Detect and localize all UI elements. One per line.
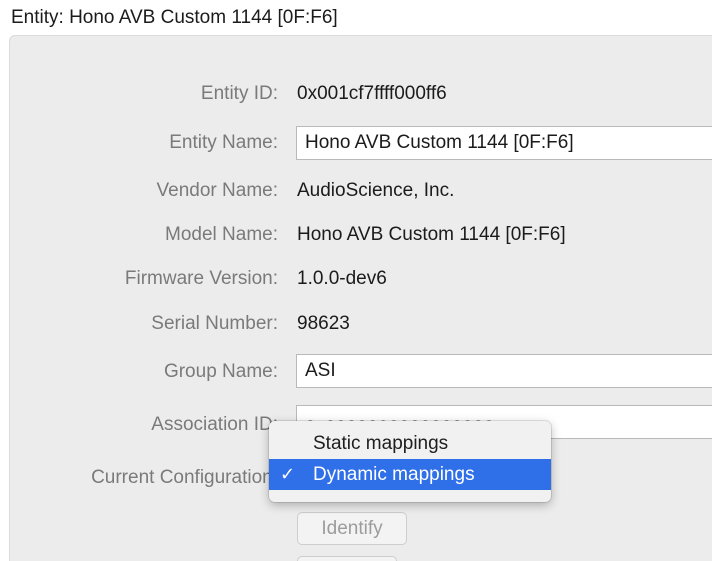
model-name-value: Hono AVB Custom 1144 [0F:F6]: [297, 224, 566, 245]
entity-id-value: 0x001cf7ffff000ff6: [297, 83, 447, 104]
menu-item-label: Static mappings: [313, 433, 449, 454]
firmware-version-label: Firmware Version:: [124, 268, 278, 289]
menu-item-dynamic-mappings[interactable]: ✓ Dynamic mappings: [269, 459, 551, 490]
entity-inspector: Entity: Hono AVB Custom 1144 [0F:F6] Ent…: [0, 0, 712, 561]
model-name-label: Model Name:: [165, 224, 278, 245]
configuration-popup-menu[interactable]: Static mappings ✓ Dynamic mappings: [269, 421, 551, 502]
serial-number-label: Serial Number:: [151, 313, 278, 334]
vendor-name-label: Vendor Name:: [156, 180, 278, 201]
group-name-label: Group Name:: [163, 361, 278, 382]
checkmark-icon: ✓: [280, 464, 296, 484]
entity-name-label: Entity Name:: [169, 132, 278, 153]
identify-button[interactable]: Identify: [297, 512, 407, 545]
bottom-button-partial[interactable]: [297, 556, 397, 561]
entity-id-label: Entity ID:: [200, 83, 278, 104]
entity-name-field[interactable]: Hono AVB Custom 1144 [0F:F6]: [296, 126, 712, 160]
association-id-label: Association ID:: [151, 414, 278, 435]
menu-item-static-mappings[interactable]: Static mappings: [269, 428, 551, 459]
firmware-version-value: 1.0.0-dev6: [297, 268, 387, 289]
menu-item-label: Dynamic mappings: [313, 464, 475, 485]
group-title: Entity: Hono AVB Custom 1144 [0F:F6]: [11, 7, 338, 28]
current-configuration-label: Current Configuration:: [91, 467, 278, 488]
group-name-field[interactable]: ASI: [296, 354, 712, 388]
vendor-name-value: AudioScience, Inc.: [297, 180, 455, 201]
serial-number-value: 98623: [297, 313, 350, 334]
